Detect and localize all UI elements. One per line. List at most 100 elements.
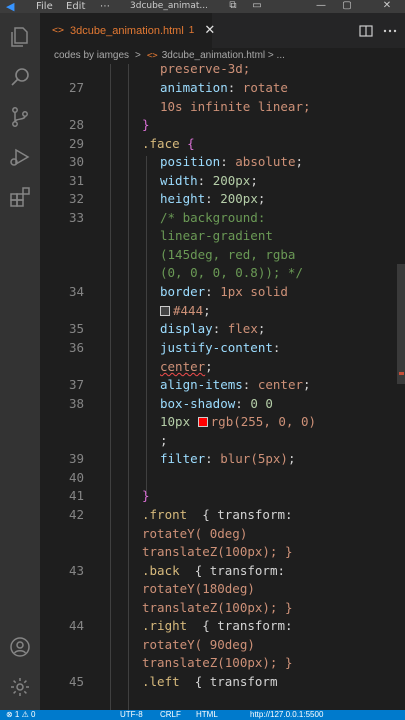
more-actions-icon[interactable] — [382, 23, 398, 39]
minimize-button[interactable]: — — [314, 0, 328, 13]
status-bar: ⊗ 1 ⚠ 0 UTF-8 CRLF HTML http://127.0.0.1… — [0, 710, 405, 720]
title-bar: ◀ File Edit ⋯ 3dcube_animat... ⧉ ▭ — ▢ ✕ — [0, 0, 405, 13]
extensions-icon[interactable] — [8, 185, 32, 209]
html-file-icon: <> — [52, 25, 65, 36]
code-line: translateZ(100px); } — [142, 655, 293, 670]
color-swatch[interactable] — [197, 417, 208, 427]
language-mode[interactable]: HTML — [196, 710, 218, 720]
code-comment: linear-gradient — [160, 228, 273, 243]
code-line: .back { transform: — [142, 563, 286, 578]
breadcrumb: codes by iamges > <> 3dcube_animation.html … — [40, 48, 405, 64]
breadcrumb-more[interactable]: > ... — [268, 50, 285, 61]
problems-count: 1 — [188, 25, 195, 36]
line-number: 27 — [68, 80, 84, 95]
settings-gear-icon[interactable] — [8, 675, 32, 699]
code-line: 10s infinite linear; — [160, 99, 311, 114]
breadcrumb-separator: > — [135, 50, 141, 61]
line-number: 33 — [68, 210, 84, 225]
code-line: ; — [160, 433, 168, 448]
line-number: 30 — [68, 154, 84, 169]
line-number: 29 — [68, 136, 84, 151]
code-line: .face { — [142, 136, 195, 151]
tab-label: 3dcube_animation.html — [70, 24, 184, 37]
line-number: 44 — [68, 618, 84, 633]
search-icon[interactable] — [8, 65, 32, 89]
code-line: .left { transform — [142, 674, 278, 689]
line-number: 34 — [68, 284, 84, 299]
line-number: 32 — [68, 191, 84, 206]
code-line: rotateY(180deg) — [142, 581, 255, 596]
indent-guide — [128, 64, 129, 710]
encoding-status[interactable]: UTF-8 — [120, 710, 143, 720]
line-number: 31 — [68, 173, 84, 188]
window-title: 3dcube_animat... — [130, 1, 208, 11]
run-debug-icon[interactable] — [8, 145, 32, 169]
activity-bar — [0, 13, 40, 710]
color-swatch[interactable] — [160, 306, 170, 316]
code-line: translateZ(100px); } — [142, 600, 293, 615]
eol-status[interactable]: CRLF — [160, 710, 181, 720]
panel-toggle-icon[interactable]: ▭ — [250, 0, 264, 13]
line-number: 38 — [68, 396, 84, 411]
source-control-icon[interactable] — [8, 105, 32, 129]
split-editor-icon[interactable] — [358, 23, 374, 39]
maximize-button[interactable]: ▢ — [340, 0, 354, 13]
vertical-scrollbar[interactable] — [397, 64, 405, 710]
code-line: animation: rotate — [160, 80, 288, 95]
line-number: 28 — [68, 117, 84, 132]
code-line: filter: blur(5px); — [160, 451, 296, 466]
html-file-icon: <> — [146, 51, 158, 61]
vscode-logo-icon: ◀ — [6, 0, 15, 13]
code-comment: (145deg, red, rgba — [160, 247, 296, 262]
tab-bar: <> 3dcube_animation.html 1 ✕ — [40, 13, 405, 48]
line-number: 42 — [68, 507, 84, 522]
error-marker — [399, 372, 404, 375]
code-line: rotateY( 0deg) — [142, 526, 248, 541]
code-line: width: 200px; — [160, 173, 258, 188]
tab-3dcube-animation[interactable]: <> 3dcube_animation.html 1 ✕ — [40, 13, 215, 48]
code-comment: /* background: — [160, 210, 266, 225]
code-line: border: 1px solid — [160, 284, 288, 299]
code-editor[interactable]: preserve-3d; 27 28 29 30 31 32 33 34 35 … — [40, 64, 405, 710]
problems-status[interactable]: ⊗ 1 ⚠ 0 — [6, 710, 35, 720]
scrollbar-thumb[interactable] — [397, 264, 405, 384]
indent-guide — [146, 156, 147, 494]
close-tab-icon[interactable]: ✕ — [204, 23, 215, 38]
line-number: 36 — [68, 340, 84, 355]
breadcrumb-folder[interactable]: codes by iamges — [54, 50, 129, 61]
explorer-icon[interactable] — [8, 25, 32, 49]
code-line: } — [142, 488, 150, 503]
code-line: align-items: center; — [160, 377, 311, 392]
code-line: preserve-3d; — [160, 64, 251, 76]
code-line: 10px rgb(255, 0, 0) — [160, 414, 316, 429]
line-number: 37 — [68, 377, 84, 392]
menu-edit[interactable]: Edit — [66, 0, 85, 13]
line-number: 45 — [68, 674, 84, 689]
account-icon[interactable] — [8, 635, 32, 659]
indent-guide — [110, 64, 111, 710]
close-window-button[interactable]: ✕ — [380, 0, 394, 13]
code-line: display: flex; — [160, 321, 266, 336]
code-line: rotateY( 90deg) — [142, 637, 255, 652]
code-line: .right { transform: — [142, 618, 293, 633]
layout-toggle-icon[interactable]: ⧉ — [226, 0, 240, 13]
code-line: box-shadow: 0 0 — [160, 396, 273, 411]
code-line: #444; — [160, 303, 211, 318]
line-number: 39 — [68, 451, 84, 466]
code-comment: (0, 0, 0, 0.8)); */ — [160, 265, 303, 280]
code-line: } — [142, 117, 150, 132]
line-number: 35 — [68, 321, 84, 336]
line-number: 40 — [68, 470, 84, 485]
line-number: 41 — [68, 488, 84, 503]
code-line: position: absolute; — [160, 154, 304, 169]
live-server-status[interactable]: http://127.0.0.1:5500 — [250, 710, 323, 720]
line-number: 43 — [68, 563, 84, 578]
breadcrumb-file[interactable]: 3dcube_animation.html — [162, 50, 265, 61]
code-line: .front { transform: — [142, 507, 293, 522]
code-line: justify-content: — [160, 340, 281, 355]
menu-file[interactable]: File — [36, 0, 53, 13]
code-line: translateZ(100px); } — [142, 544, 293, 559]
code-line: center; — [160, 359, 213, 374]
code-line: height: 200px; — [160, 191, 266, 206]
menu-more[interactable]: ⋯ — [100, 0, 110, 13]
